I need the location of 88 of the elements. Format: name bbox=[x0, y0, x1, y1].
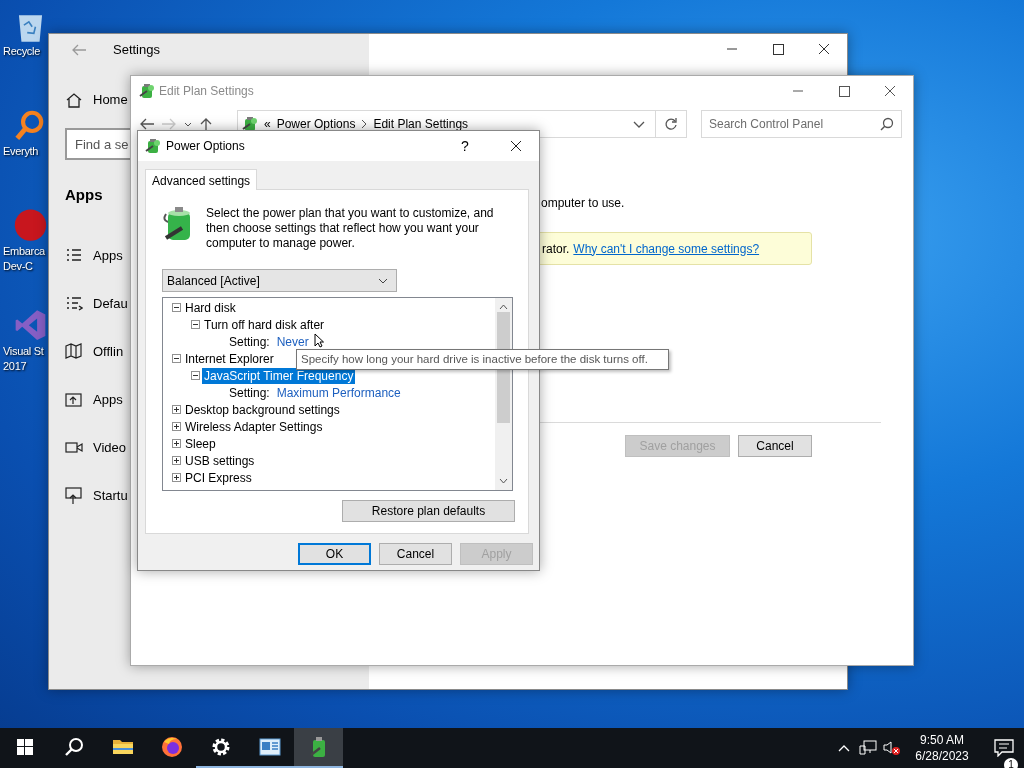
expand-icon[interactable] bbox=[172, 473, 181, 482]
nav-item[interactable]: Defau bbox=[65, 280, 128, 328]
home-icon bbox=[65, 92, 83, 108]
setting-value[interactable]: Maximum Performance bbox=[271, 383, 401, 402]
notifications-icon[interactable] bbox=[994, 739, 1014, 757]
icon-label[interactable]: Visual St bbox=[3, 344, 44, 359]
tree-item[interactable]: Internet Explorer bbox=[183, 350, 276, 367]
window-title: Settings bbox=[113, 41, 160, 60]
tree-item[interactable]: JavaScript Timer Frequency bbox=[202, 367, 356, 384]
tree-item[interactable]: PCI Express bbox=[183, 469, 254, 486]
collapse-icon[interactable] bbox=[191, 371, 200, 380]
expand-icon[interactable] bbox=[172, 405, 181, 414]
section-heading: Apps bbox=[65, 185, 103, 205]
help-link[interactable]: Why can't I change some settings? bbox=[573, 239, 760, 258]
tab[interactable]: Advanced settings bbox=[145, 169, 258, 190]
clock-time[interactable]: 9:50 AM bbox=[912, 732, 972, 748]
nav-item[interactable]: Apps bbox=[65, 232, 123, 280]
up-arrow-icon[interactable] bbox=[199, 117, 213, 131]
scroll-up-icon[interactable] bbox=[499, 304, 508, 310]
description-text: omputer to use. bbox=[541, 195, 626, 212]
close-icon[interactable] bbox=[884, 85, 896, 97]
tree-item[interactable]: USB settings bbox=[183, 452, 257, 469]
notice-text: rator. bbox=[542, 240, 570, 258]
overflow-chevron[interactable]: « bbox=[264, 115, 271, 133]
tooltip: Specify how long your hard drive is inactive before the disk turns off. bbox=[296, 349, 669, 370]
cancel-button[interactable]: Cancel bbox=[379, 543, 452, 565]
chevron-down-icon bbox=[378, 278, 388, 285]
tree-item[interactable]: Sleep bbox=[183, 435, 218, 452]
chevron-up-icon[interactable] bbox=[838, 744, 850, 752]
power-plan-icon bbox=[242, 115, 258, 133]
monitor-arrow-icon bbox=[65, 487, 83, 505]
icon-label[interactable]: Dev-C bbox=[3, 259, 33, 274]
search-field[interactable]: Find a se bbox=[65, 128, 131, 160]
tree-item[interactable]: Hard disk bbox=[183, 299, 238, 316]
window-title: Edit Plan Settings bbox=[158, 83, 254, 100]
notification-badge: 1 bbox=[1004, 758, 1018, 768]
expand-icon[interactable] bbox=[172, 422, 181, 431]
window-upload-icon bbox=[65, 391, 83, 409]
maximize-icon[interactable] bbox=[838, 85, 850, 97]
chevron-right-icon bbox=[361, 119, 368, 129]
network-icon[interactable] bbox=[859, 740, 877, 756]
dialog-title: Power Options bbox=[166, 138, 245, 155]
breadcrumb-item[interactable]: Edit Plan Settings bbox=[373, 115, 469, 133]
setting-value[interactable]: Never bbox=[271, 332, 309, 351]
browser-globe-icon[interactable] bbox=[160, 736, 183, 758]
home-nav-item[interactable]: Home bbox=[65, 76, 128, 124]
setting-label[interactable]: Setting: bbox=[227, 333, 272, 350]
cancel-button[interactable]: Cancel bbox=[738, 435, 812, 457]
close-icon[interactable] bbox=[510, 140, 522, 152]
ok-button[interactable]: OK bbox=[298, 543, 371, 565]
icon-label[interactable]: Recycle bbox=[3, 44, 41, 59]
search-icon[interactable] bbox=[63, 737, 84, 757]
tree-item[interactable]: Wireless Adapter Settings bbox=[183, 418, 325, 435]
help-button[interactable]: ? bbox=[442, 135, 488, 157]
chevron-down-icon[interactable] bbox=[633, 120, 645, 129]
restore-defaults-button[interactable]: Restore plan defaults bbox=[342, 500, 515, 522]
tree-item[interactable]: Desktop background settings bbox=[183, 401, 342, 418]
plan-dropdown[interactable]: Balanced [Active] bbox=[162, 269, 397, 292]
intro-text: Select the power plan that you want to customize, and then choose settings that reflect how you want your computer to manage power. bbox=[206, 206, 495, 251]
breadcrumb-item[interactable]: Power Options bbox=[276, 115, 356, 133]
power-plan-icon bbox=[145, 137, 161, 155]
collapse-icon[interactable] bbox=[191, 320, 200, 329]
nav-item[interactable]: Video bbox=[65, 424, 126, 472]
icon-label[interactable]: 2017 bbox=[3, 359, 27, 374]
collapse-icon[interactable] bbox=[172, 303, 181, 312]
expand-icon[interactable] bbox=[172, 456, 181, 465]
back-arrow-icon[interactable] bbox=[139, 118, 155, 130]
control-panel-icon[interactable] bbox=[258, 736, 281, 758]
icon-label[interactable]: Everyth bbox=[3, 144, 39, 159]
map-icon bbox=[65, 343, 83, 361]
mouse-pointer-icon bbox=[314, 333, 324, 349]
nav-item[interactable]: Startu bbox=[65, 472, 128, 520]
clock-date[interactable]: 6/28/2023 bbox=[912, 748, 972, 764]
collapse-icon[interactable] bbox=[172, 354, 181, 363]
icon-label[interactable]: Embarca bbox=[3, 244, 45, 259]
tree-item[interactable]: Turn off hard disk after bbox=[202, 316, 327, 333]
setting-label[interactable]: Setting: bbox=[227, 384, 272, 401]
list-arrow-icon bbox=[65, 295, 83, 313]
power-plan-icon bbox=[139, 82, 155, 100]
windows-logo-icon[interactable] bbox=[16, 739, 33, 755]
maximize-icon[interactable] bbox=[772, 43, 784, 55]
nav-item[interactable]: Apps bbox=[65, 376, 123, 424]
scroll-down-icon[interactable] bbox=[499, 478, 508, 484]
close-icon[interactable] bbox=[818, 43, 830, 55]
nav-item[interactable]: Offlin bbox=[65, 328, 124, 376]
speaker-muted-icon[interactable] bbox=[883, 740, 901, 756]
expand-icon[interactable] bbox=[172, 439, 181, 448]
refresh-icon[interactable] bbox=[664, 117, 678, 131]
